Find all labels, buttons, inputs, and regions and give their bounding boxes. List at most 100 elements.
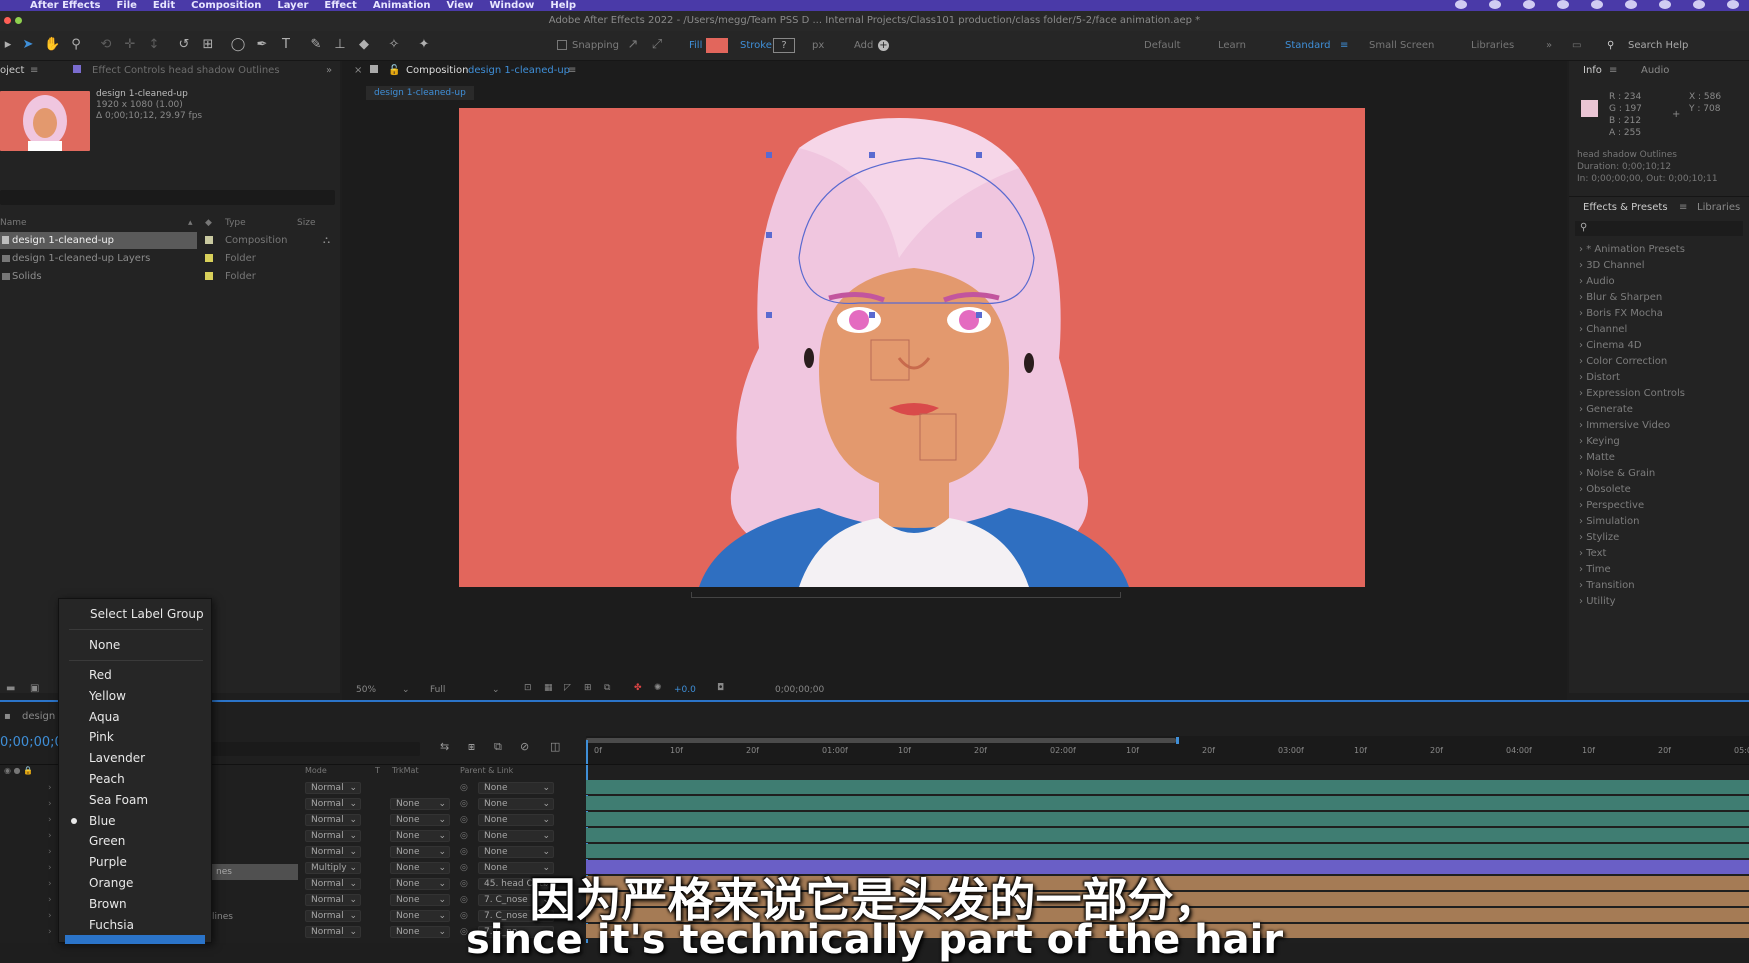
menu-file[interactable]: File <box>116 0 136 11</box>
menu-layer[interactable]: Layer <box>277 0 308 11</box>
control-center-icon[interactable] <box>1727 0 1739 9</box>
effects-category-item[interactable]: › Boris FX Mocha <box>1579 306 1663 322</box>
effects-category-item[interactable]: › * Animation Presets <box>1579 242 1685 258</box>
column-name[interactable]: Name <box>0 218 27 228</box>
effects-category-item[interactable]: › Keying <box>1579 434 1620 450</box>
menu-item-label-yellow[interactable]: Yellow <box>89 686 126 706</box>
effects-category-item[interactable]: › Utility <box>1579 594 1616 610</box>
effects-category-item[interactable]: › Immersive Video <box>1579 418 1670 434</box>
menu-app-name[interactable]: After Effects <box>30 0 100 11</box>
parent-dropdown[interactable]: None ⌄ <box>478 830 554 842</box>
eraser-tool-icon[interactable]: ◆ <box>356 37 372 53</box>
close-window-button[interactable] <box>4 17 11 24</box>
brush-tool-icon[interactable]: ✎ <box>308 37 324 53</box>
menu-item-label-lavender[interactable]: Lavender <box>89 748 145 768</box>
resolution-dropdown[interactable]: Full <box>430 685 445 695</box>
menu-item-select-label-group[interactable]: Select Label Group <box>90 604 204 624</box>
layer-duration-bar[interactable] <box>586 844 1749 859</box>
expand-panel-icon[interactable]: » <box>326 65 332 76</box>
search-help-field[interactable]: Search Help <box>1628 40 1688 51</box>
zoom-window-button[interactable] <box>15 17 22 24</box>
expand-arrow-icon[interactable]: › <box>48 796 52 812</box>
add-icon[interactable]: + <box>878 40 889 51</box>
status-icon[interactable] <box>1591 0 1603 9</box>
close-tab-icon[interactable]: × <box>354 65 362 76</box>
effects-category-item[interactable]: › Matte <box>1579 450 1615 466</box>
home-icon[interactable]: ▸ <box>0 37 16 53</box>
stroke-label[interactable]: Stroke <box>740 40 772 51</box>
layer-duration-bar[interactable] <box>586 828 1749 843</box>
panel-menu-icon[interactable]: ≡ <box>568 65 576 76</box>
menu-item-none[interactable]: None <box>89 635 120 655</box>
pen-tool-icon[interactable]: ✒ <box>254 37 270 53</box>
sort-arrow-icon[interactable]: ▴ <box>188 218 193 228</box>
ellipse-tool-icon[interactable]: ◯ <box>230 37 246 53</box>
3d-view-icon[interactable]: ⧉ <box>604 683 610 693</box>
label-swatch[interactable] <box>205 236 213 244</box>
effects-category-item[interactable]: › Simulation <box>1579 514 1639 530</box>
header-t[interactable]: T <box>375 766 380 775</box>
project-item-folder[interactable]: design 1-cleaned-up Layers Folder <box>0 250 340 267</box>
color-channel-icon[interactable]: ✤ <box>634 683 642 693</box>
effects-category-item[interactable]: › Blur & Sharpen <box>1579 290 1662 306</box>
frame-blending-icon[interactable]: ⊘ <box>520 740 529 753</box>
effects-category-item[interactable]: › Distort <box>1579 370 1620 386</box>
hand-tool-icon[interactable]: ✋ <box>44 37 60 53</box>
search-icon[interactable] <box>1693 0 1705 9</box>
region-of-interest-icon[interactable]: ⊡ <box>524 683 532 693</box>
track-matte-dropdown[interactable]: None ⌄ <box>390 830 450 842</box>
audio-tab[interactable]: Audio <box>1641 65 1669 76</box>
dolly-camera-icon[interactable]: ↕ <box>146 37 162 53</box>
label-swatch[interactable] <box>205 254 213 262</box>
roto-brush-icon[interactable]: ✧ <box>386 37 402 53</box>
menu-edit[interactable]: Edit <box>153 0 175 11</box>
timeline-search-input[interactable] <box>210 742 420 756</box>
clone-stamp-icon[interactable]: ⊥ <box>332 37 348 53</box>
snapshot-camera-icon[interactable]: ◘ <box>717 683 724 693</box>
workspace-learn[interactable]: Learn <box>1218 40 1246 51</box>
snapping-checkbox[interactable] <box>557 40 567 50</box>
selection-tool-icon[interactable]: ➤ <box>20 37 36 53</box>
workspace-default[interactable]: Default <box>1144 40 1181 51</box>
menu-item-label-aqua[interactable]: Aqua <box>89 707 120 727</box>
panel-menu-icon[interactable]: ≡ <box>1609 65 1617 76</box>
header-parent[interactable]: Parent & Link <box>460 766 513 775</box>
layer-duration-bar[interactable] <box>586 812 1749 827</box>
flowchart-icon[interactable]: ⛬ <box>323 232 330 249</box>
zoom-dropdown[interactable]: 50% <box>356 685 376 695</box>
work-area-end-handle[interactable] <box>1176 737 1179 744</box>
pick-whip-icon[interactable]: ◎ <box>460 796 468 812</box>
transparency-grid-icon[interactable]: ▦ <box>544 683 553 693</box>
effect-controls-tab[interactable]: Effect Controls head shadow Outlines <box>92 65 280 76</box>
project-item-folder[interactable]: Solids Folder <box>0 268 340 285</box>
workspace-small-screen[interactable]: Small Screen <box>1369 40 1434 51</box>
parent-dropdown[interactable]: None ⌄ <box>478 846 554 858</box>
expand-arrow-icon[interactable]: › <box>48 780 52 796</box>
blend-mode-dropdown[interactable]: Normal ⌄ <box>305 782 361 794</box>
layer-duration-bar[interactable] <box>586 780 1749 795</box>
fill-label[interactable]: Fill <box>689 40 702 51</box>
composition-viewer-canvas[interactable] <box>459 108 1365 587</box>
effects-search-input[interactable]: ⚲ <box>1575 221 1743 236</box>
menu-composition[interactable]: Composition <box>191 0 261 11</box>
new-comp-icon[interactable]: ▣ <box>30 683 39 694</box>
status-icon[interactable] <box>1557 0 1569 9</box>
snap-option-icon[interactable]: ⤢ <box>649 37 665 53</box>
effects-category-item[interactable]: › Time <box>1579 562 1611 578</box>
pick-whip-icon[interactable]: ◎ <box>460 780 468 796</box>
workspace-panel-icon[interactable]: ▭ <box>1572 40 1581 51</box>
snap-option-icon[interactable]: ↗ <box>625 37 641 53</box>
exposure-value[interactable]: +0.0 <box>674 685 696 695</box>
effects-category-item[interactable]: › Audio <box>1579 274 1615 290</box>
track-matte-dropdown[interactable]: None ⌄ <box>390 814 450 826</box>
chevron-down-icon[interactable]: ⌄ <box>492 685 500 695</box>
libraries-tab[interactable]: Libraries <box>1697 202 1740 213</box>
menu-effect[interactable]: Effect <box>324 0 356 11</box>
menu-help[interactable]: Help <box>550 0 576 11</box>
menu-item-label-peach[interactable]: Peach <box>89 769 125 789</box>
effects-category-item[interactable]: › Expression Controls <box>1579 386 1685 402</box>
effects-category-item[interactable]: › Obsolete <box>1579 482 1631 498</box>
blend-mode-dropdown[interactable]: Normal ⌄ <box>305 798 361 810</box>
motion-blur-icon[interactable]: ◫ <box>550 740 560 753</box>
menu-item-label-red[interactable]: Red <box>89 665 112 685</box>
